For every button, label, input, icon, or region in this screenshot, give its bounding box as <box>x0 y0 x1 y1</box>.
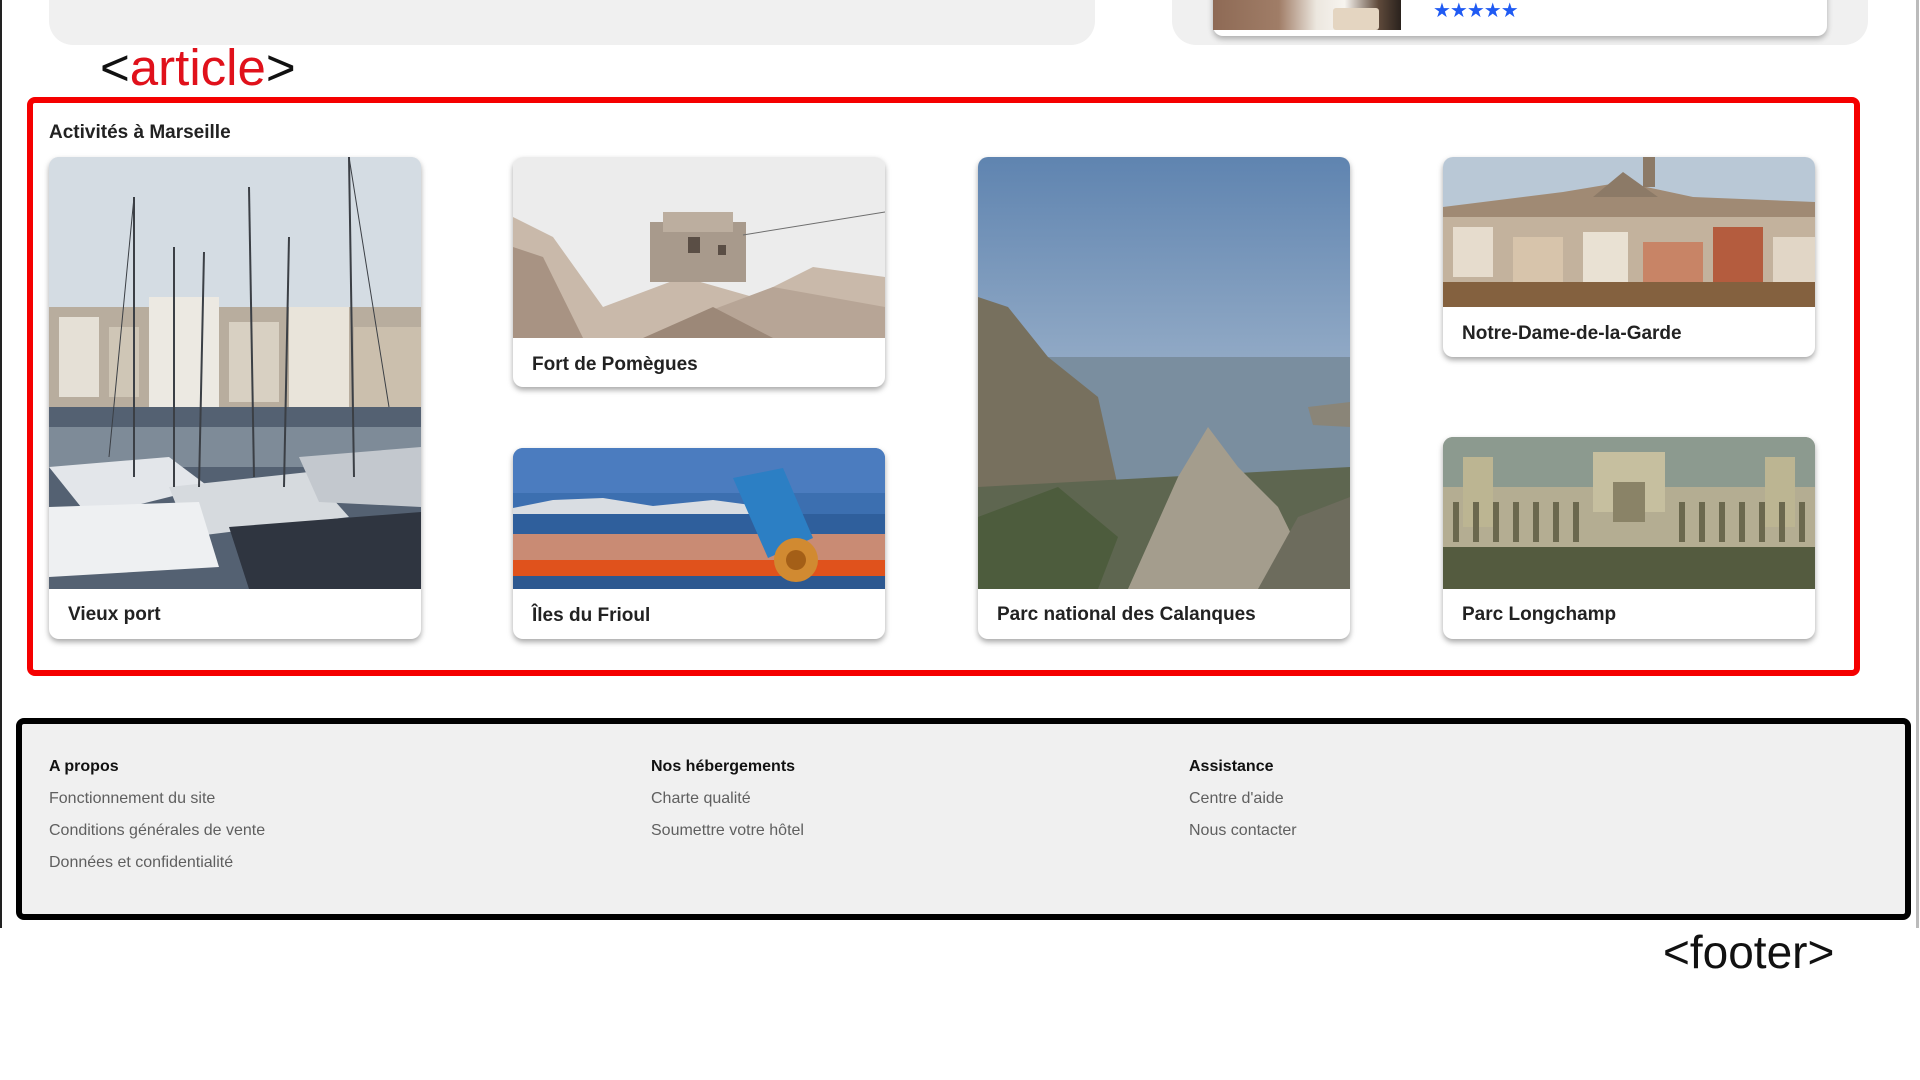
activity-card-caption: Fort de Pomègues <box>532 354 698 375</box>
footer-heading-accommodations: Nos hébergements <box>651 758 796 775</box>
calanques-cliffs-photo <box>978 157 1350 589</box>
palace-colonnade-photo <box>1443 437 1815 589</box>
footer <box>16 718 1911 920</box>
scrollbar-track[interactable] <box>1916 0 1919 928</box>
footer-heading-assistance: Assistance <box>1189 758 1274 775</box>
hotel-room-thumbnail <box>1213 0 1401 30</box>
hotel-card-partial[interactable]: ★★★★★ <box>1213 0 1827 36</box>
activity-card-calanques[interactable]: Parc national des Calanques <box>978 157 1350 639</box>
activity-card-longchamp[interactable]: Parc Longchamp <box>1443 437 1815 639</box>
footer-link-help-center[interactable]: Centre d'aide <box>1189 783 1297 815</box>
article-tag-close: > <box>265 39 296 96</box>
footer-link-submit-hotel[interactable]: Soumettre votre hôtel <box>651 815 804 847</box>
footer-column-accommodations: Nos hébergements Charte qualité Soumettr… <box>651 755 804 847</box>
activity-card-vieux-port[interactable]: Vieux port <box>49 157 421 639</box>
footer-tag-label: <footer> <box>1663 926 1835 978</box>
activity-card-notre-dame[interactable]: Notre-Dame-de-la-Garde <box>1443 157 1815 357</box>
footer-column-about: A propos Fonctionnement du site Conditio… <box>49 755 265 879</box>
city-basilica-photo <box>1443 157 1815 307</box>
sea-telescope-photo <box>513 448 885 589</box>
window-edge-left <box>0 0 2 928</box>
footer-link-how-it-works[interactable]: Fonctionnement du site <box>49 783 265 815</box>
rating-stars-icon: ★★★★★ <box>1433 0 1519 22</box>
footer-link-quality-charter[interactable]: Charte qualité <box>651 783 804 815</box>
harbor-sailboats-photo <box>49 157 421 589</box>
article-tag-open: < <box>100 39 130 96</box>
activity-card-caption: Vieux port <box>68 604 161 625</box>
island-fort-photo <box>513 157 885 338</box>
activity-card-fort-pomegues[interactable]: Fort de Pomègues <box>513 157 885 387</box>
activity-card-iles-frioul[interactable]: Îles du Frioul <box>513 448 885 639</box>
footer-heading-about: A propos <box>49 758 119 775</box>
activity-card-caption: Notre-Dame-de-la-Garde <box>1462 323 1682 344</box>
activity-card-caption: Parc national des Calanques <box>997 604 1256 625</box>
footer-link-contact[interactable]: Nous contacter <box>1189 815 1297 847</box>
activity-card-caption: Parc Longchamp <box>1462 604 1617 625</box>
footer-link-terms-of-sale[interactable]: Conditions générales de vente <box>49 815 265 847</box>
footer-column-assistance: Assistance Centre d'aide Nous contacter <box>1189 755 1297 847</box>
activity-card-caption: Îles du Frioul <box>532 605 651 626</box>
article-title: Activités à Marseille <box>49 122 231 143</box>
footer-link-privacy[interactable]: Données et confidentialité <box>49 847 265 879</box>
page: ★★★★★ <article> Activités à Marseille Vi… <box>0 0 1920 1080</box>
article-tag-name: article <box>129 39 266 96</box>
article-tag-label: <article> <box>100 38 296 98</box>
